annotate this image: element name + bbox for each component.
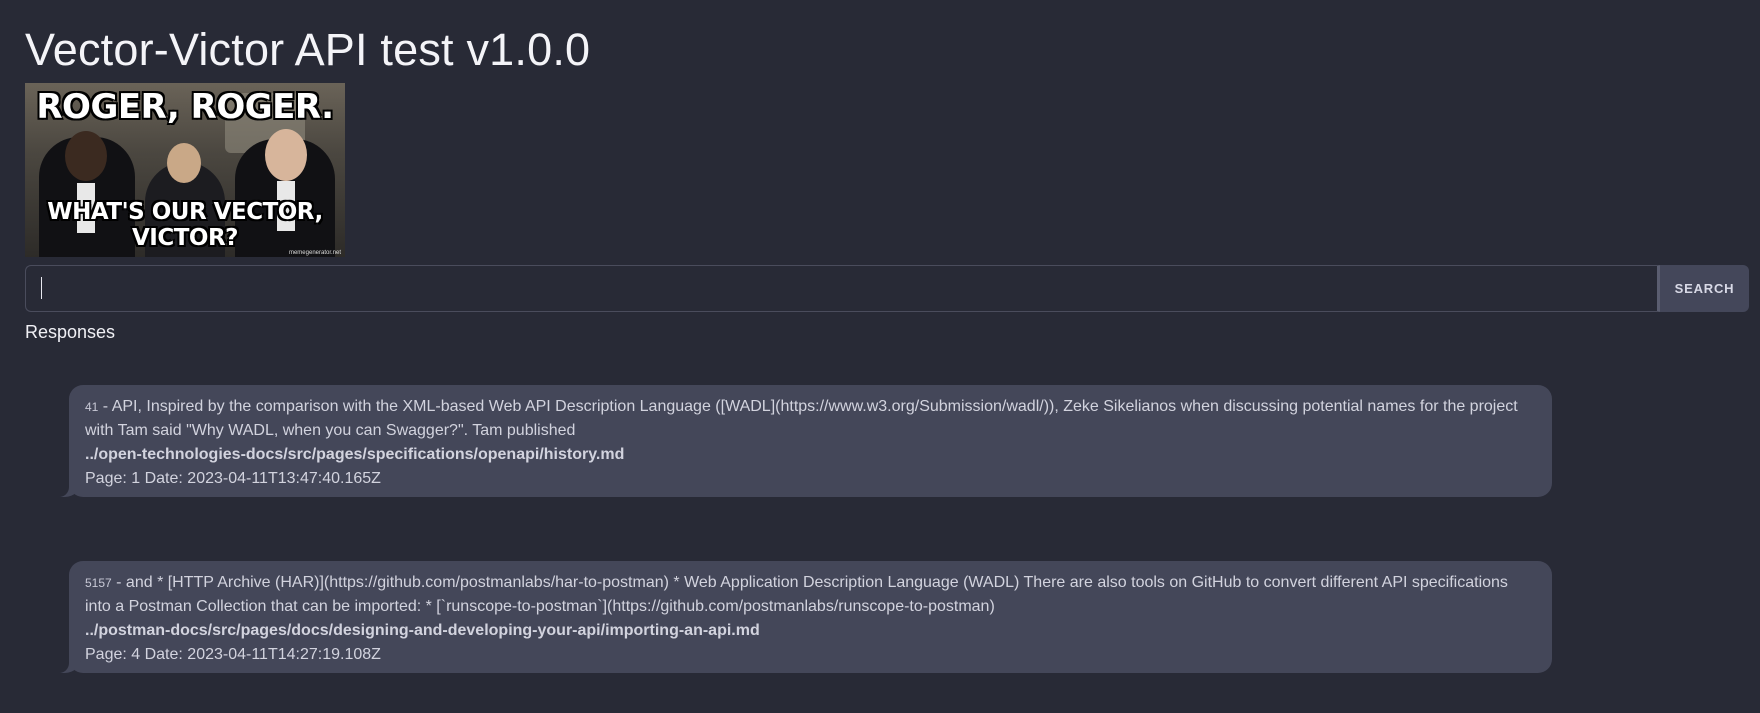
meme-caption-top: ROGER, ROGER.: [36, 87, 334, 127]
meme-watermark: memegenerator.net: [288, 250, 341, 256]
response-source-path: ../postman-docs/src/pages/docs/designing…: [85, 622, 760, 639]
search-bar: SEARCH: [25, 265, 1749, 312]
response-source-path: ../open-technologies-docs/src/pages/spec…: [85, 446, 625, 463]
search-input[interactable]: [25, 265, 1660, 312]
response-item: 41 - API, Inspired by the comparison wit…: [55, 385, 1552, 497]
response-text: 41 - API, Inspired by the comparison wit…: [85, 395, 1536, 443]
responses-heading: Responses: [25, 322, 116, 342]
meme-caption-bottom: WHAT'S OUR VECTOR, VICTOR?: [47, 199, 323, 251]
response-snippet: - API, Inspired by the comparison with t…: [85, 398, 1518, 439]
response-meta: Page: 1 Date: 2023-04-11T13:47:40.165Z: [85, 470, 381, 487]
text-caret: [41, 277, 42, 299]
response-score: 5157: [85, 576, 112, 590]
response-snippet: - and * [HTTP Archive (HAR)](https://git…: [85, 574, 1508, 615]
meme-head-left: [65, 131, 107, 181]
meme-head-middle: [167, 143, 201, 183]
response-score: 41: [85, 400, 99, 414]
search-button[interactable]: SEARCH: [1660, 265, 1749, 312]
meme-head-right: [265, 129, 307, 181]
response-meta: Page: 4 Date: 2023-04-11T14:27:19.108Z: [85, 646, 381, 663]
response-text: 5157 - and * [HTTP Archive (HAR)](https:…: [85, 571, 1536, 619]
meme-image: ROGER, ROGER. WHAT'S OUR VECTOR, VICTOR?…: [25, 83, 345, 257]
app-page: Vector-Victor API test v1.0.0 ROGER, ROG…: [0, 0, 1760, 713]
page-title: Vector-Victor API test v1.0.0: [25, 24, 591, 75]
response-item: 5157 - and * [HTTP Archive (HAR)](https:…: [55, 561, 1552, 673]
